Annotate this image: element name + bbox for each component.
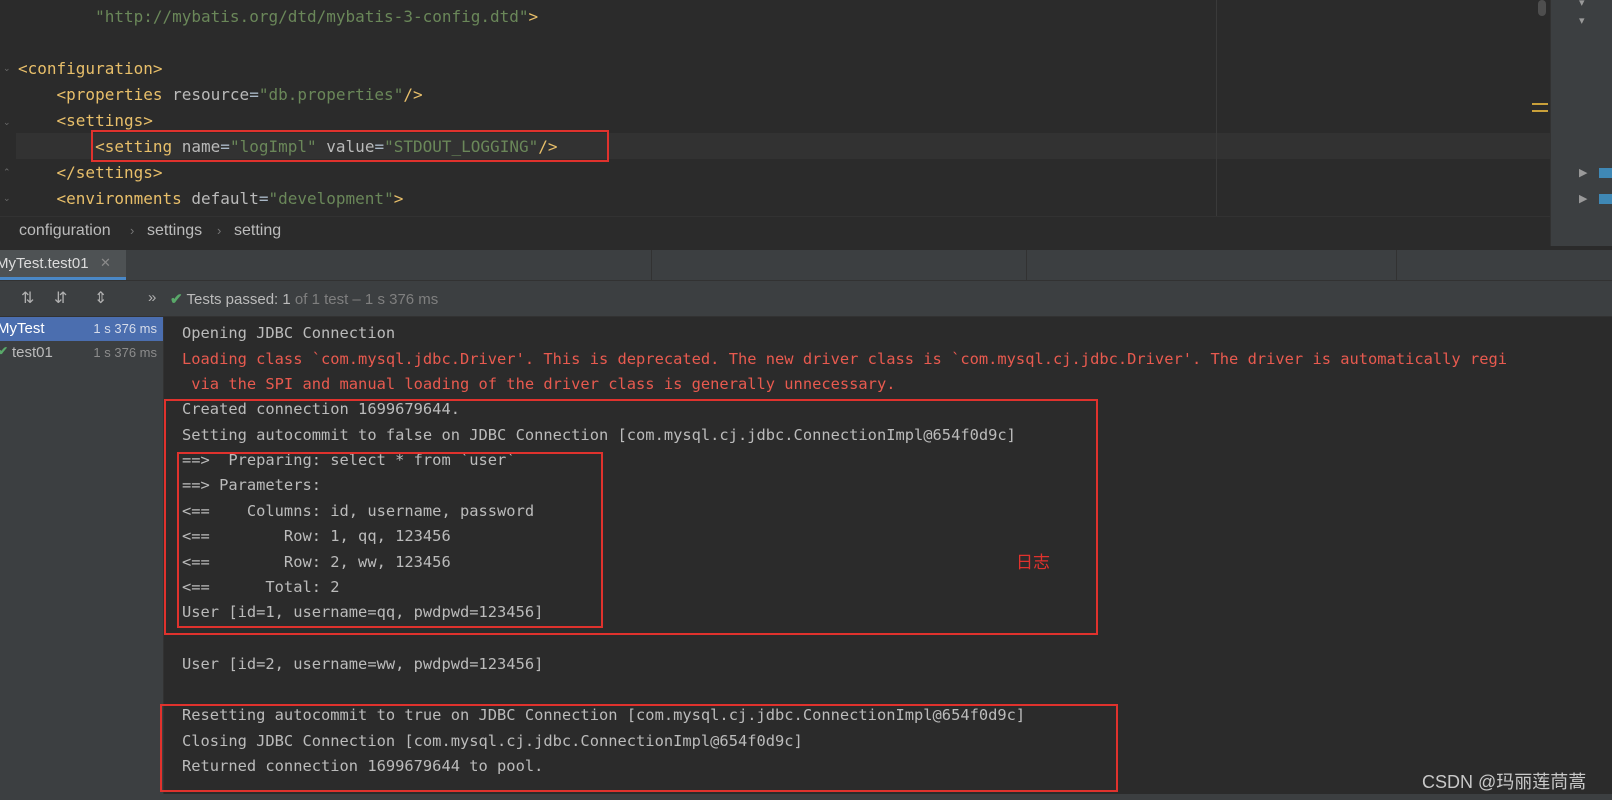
code-token: <environments [56,189,192,208]
breadcrumb: configuration › settings › setting [0,216,1550,247]
console-line: Opening JDBC Connection [182,324,396,342]
tests-status: ✔ Tests passed: 1 of 1 test – 1 s 376 ms [170,290,438,308]
tests-status-count: 1 [282,291,291,308]
tree-item-name: MyTest [0,320,45,337]
chevron-right-icon: › [217,223,222,238]
tree-item-time: 1 s 376 ms [93,321,157,336]
status-bar [0,794,1612,800]
project-panel: ▾ ▾ ▶ ▶ [1550,0,1612,246]
tree-item-test01[interactable]: ✔ test01 1 s 376 ms [0,341,163,365]
expand-more-icon[interactable]: » [148,289,156,306]
code-token: "development" [268,189,394,208]
warning-marker-icon[interactable] [1532,103,1548,112]
breadcrumb-item-setting[interactable]: setting [234,222,281,240]
chevron-right-icon[interactable]: ▶ [1579,166,1587,179]
code-token: resource [172,85,250,104]
code-line[interactable]: <properties resource="db.properties"/> [18,85,423,105]
code-token: default [191,189,259,208]
code-editor[interactable]: ⌄ ⌄ ⌃ ⌄ "http://mybatis.org/dtd/mybatis-… [0,0,1550,216]
tab-label: MyTest.test01 [0,255,89,272]
chevron-right-icon: › [130,223,135,238]
folder-icon [1599,194,1612,204]
code-token: > [393,189,404,208]
tree-item-name: test01 [12,344,53,361]
setting-annotation-box [91,130,609,162]
tab-divider [1026,250,1027,280]
tab-divider [651,250,652,280]
test-runner-toolbar: ⇅ ⇵ ⇕ » ✔ Tests passed: 1 of 1 test – 1 … [0,281,1612,317]
log-note: 日志 [1016,553,1050,572]
watermark: CSDN @玛丽莲茼蒿 [1422,772,1587,792]
code-token: <settings> [56,111,153,130]
console-error-line: via the SPI and manual loading of the dr… [182,375,896,393]
console-line: User [id=2, username=ww, pwdpwd=123456] [182,655,544,673]
sort-alphabetically-icon[interactable]: ⇅ [21,288,34,308]
code-line[interactable]: <environments default="development"> [18,189,404,209]
tree-item-time: 1 s 376 ms [93,345,157,360]
run-tab-bar: MyTest.test01 ✕ [0,250,1612,281]
tab-mytest-test01[interactable]: MyTest.test01 ✕ [0,250,126,280]
code-token: /> [403,85,423,104]
code-token: <configuration> [18,59,163,78]
check-icon: ✔ [170,291,183,308]
close-icon[interactable]: ✕ [100,255,111,271]
chevron-down-icon[interactable]: ▾ [1579,0,1585,9]
test-tree: MyTest 1 s 376 ms ✔ test01 1 s 376 ms [0,317,164,800]
code-token: </settings> [56,163,163,182]
sort-by-duration-icon[interactable]: ⇵ [54,288,67,308]
code-line[interactable]: <configuration> [18,59,163,79]
code-token: "db.properties" [258,85,404,104]
check-icon: ✔ [0,344,9,358]
chevron-down-icon[interactable]: ▾ [1579,14,1585,27]
tests-status-detail: of 1 test – 1 s 376 ms [294,291,439,308]
code-token: <properties [56,85,173,104]
fold-marker-icon[interactable]: ⌄ [3,64,11,73]
fold-marker-icon[interactable]: ⌄ [3,118,11,127]
tests-status-label: Tests passed: [186,291,279,308]
console-error-line: Loading class `com.mysql.jdbc.Driver'. T… [182,350,1508,368]
chevron-right-icon[interactable]: ▶ [1579,192,1587,205]
code-line[interactable]: </settings> [18,163,163,183]
fold-marker-icon[interactable]: ⌃ [3,168,11,177]
code-line[interactable]: "http://mybatis.org/dtd/mybatis-3-config… [18,7,538,27]
breadcrumb-item-settings[interactable]: settings [147,222,202,240]
tree-item-mytest[interactable]: MyTest 1 s 376 ms [0,317,163,341]
tab-divider [1396,250,1397,280]
editor-scrollbar[interactable] [1538,0,1546,16]
connection-annotation-box [160,704,1118,792]
editor-gutter: ⌄ ⌄ ⌃ ⌄ [0,0,16,216]
breadcrumb-item-configuration[interactable]: configuration [19,222,111,240]
code-token: > [528,7,539,26]
sql-annotation-box [177,452,603,628]
collapse-all-icon[interactable]: ⇕ [94,288,107,308]
code-token: "http://mybatis.org/dtd/mybatis-3-config… [95,7,529,26]
folder-icon [1599,168,1612,178]
right-margin-guide [1216,0,1217,216]
code-token: = [249,85,259,104]
fold-marker-icon[interactable]: ⌄ [3,194,11,203]
code-line[interactable]: <settings> [18,111,153,131]
